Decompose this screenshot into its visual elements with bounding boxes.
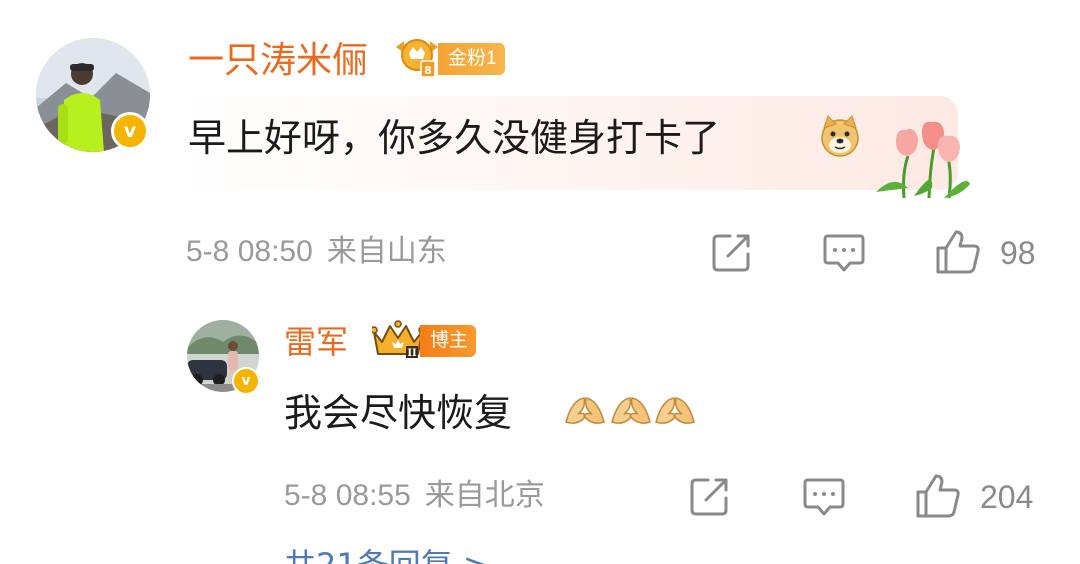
like-icon[interactable] [914, 472, 962, 520]
replier-username[interactable]: 雷军 [284, 322, 348, 362]
comment-thread: v 一只涛米俪 8 金粉1 早上好呀，你多久没健身打卡了 5-8 08:50 来自… [0, 0, 1080, 564]
svg-text:8: 8 [424, 64, 432, 77]
doge-emoji [821, 115, 859, 157]
comment-location: 来自山东 [326, 235, 447, 268]
more-replies-link[interactable]: 共21条回复 > [284, 545, 490, 564]
comment-text: 早上好呀，你多久没健身打卡了 [188, 116, 721, 160]
share-icon[interactable] [710, 230, 754, 274]
comment-icon[interactable] [802, 474, 846, 518]
praying-hands-emoji [655, 397, 695, 424]
comment-timestamp: 5-8 08:50 [186, 235, 313, 268]
verified-badge-icon: v [111, 112, 149, 150]
comment-icon[interactable] [822, 230, 866, 274]
reply-like-count: 204 [980, 479, 1034, 515]
share-icon[interactable] [688, 474, 732, 518]
praying-hands-emoji [611, 397, 651, 424]
medal-icon: 8 [396, 39, 438, 78]
blogger-badge: 博主 [420, 325, 477, 357]
reply-meta: 5-8 08:55 来自北京 [284, 476, 545, 516]
verified-badge-icon: v [232, 367, 260, 395]
reply-location: 来自北京 [424, 479, 545, 512]
crown-icon: II [372, 320, 424, 359]
reply-text: 我会尽快恢复 [284, 391, 513, 435]
fan-level-badge: 金粉1 [438, 43, 505, 75]
commenter-username[interactable]: 一只涛米俪 [188, 39, 368, 83]
praying-hands-emoji [565, 397, 605, 424]
comment-like-count: 98 [1000, 235, 1036, 271]
like-icon[interactable] [934, 228, 982, 276]
comment-meta: 5-8 08:50 来自山东 [186, 232, 447, 272]
reply-timestamp: 5-8 08:55 [284, 479, 411, 512]
svg-text:II: II [407, 348, 417, 359]
tulip-sticker [876, 121, 970, 199]
